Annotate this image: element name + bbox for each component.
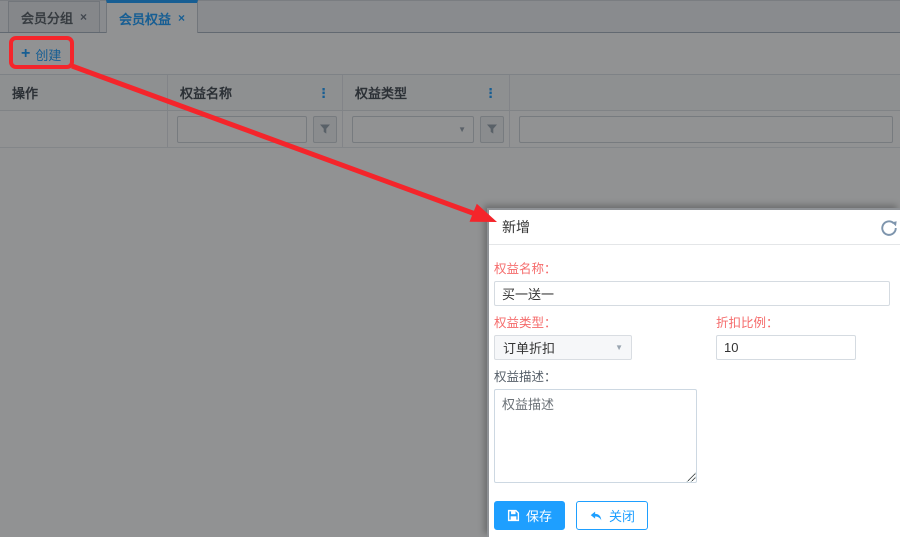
benefit-type-value: 订单折扣 (503, 338, 555, 357)
dialog-body: 权益名称： 权益类型： 订单折扣 ▼ 折扣比例： 权益描述： 权益描述 (489, 245, 900, 530)
benefit-type-select[interactable]: 订单折扣 ▼ (494, 335, 632, 360)
discount-ratio-label: 折扣比例： (716, 312, 856, 331)
dialog-buttons: 保存 关闭 (494, 501, 890, 530)
close-button-label: 关闭 (609, 506, 635, 525)
refresh-icon[interactable] (880, 219, 898, 237)
new-benefit-dialog: 新增 权益名称： 权益类型： 订单折扣 ▼ (487, 208, 900, 537)
benefit-desc-label: 权益描述： (494, 366, 890, 385)
dialog-title: 新增 (502, 217, 530, 237)
benefit-desc-textarea[interactable]: 权益描述 (494, 389, 697, 483)
undo-arrow-icon (589, 509, 603, 523)
floppy-disk-icon (507, 509, 520, 522)
benefit-type-label: 权益类型： (494, 312, 632, 331)
discount-ratio-input[interactable] (716, 335, 856, 360)
app-window: 会员分组 × 会员权益 × + 创建 操作 权益名称 ⋮ 权益类型 ⋮ (0, 0, 900, 537)
close-button[interactable]: 关闭 (576, 501, 648, 530)
benefit-name-label: 权益名称： (494, 258, 890, 277)
save-button-label: 保存 (526, 506, 552, 525)
benefit-name-input[interactable] (494, 281, 890, 306)
dialog-header: 新增 (489, 210, 900, 245)
save-button[interactable]: 保存 (494, 501, 565, 530)
chevron-down-icon: ▼ (615, 343, 623, 352)
